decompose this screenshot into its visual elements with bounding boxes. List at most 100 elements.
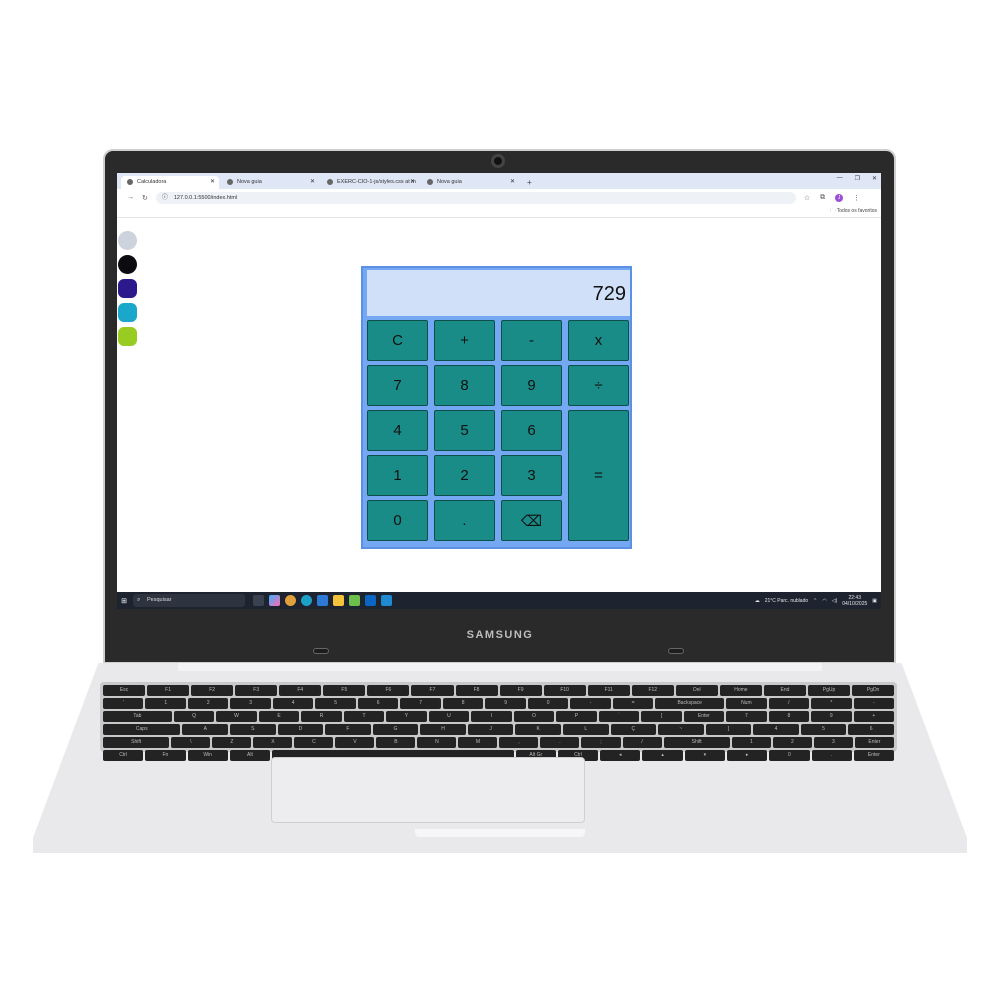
url-input[interactable]: ⓘ 127.0.0.1:5500/index.html — [155, 191, 796, 204]
keyboard-key[interactable]: F9 — [499, 685, 542, 696]
task-view-icon[interactable] — [253, 595, 264, 606]
keyboard-key[interactable]: 9 — [811, 711, 852, 722]
linkedin-icon[interactable] — [365, 595, 376, 606]
taskbar-search[interactable]: ⌕ Pesquisar — [133, 594, 245, 607]
swatch-silver[interactable] — [118, 231, 137, 250]
close-icon[interactable]: ✕ — [410, 176, 415, 189]
windows-start-icon[interactable]: ⊞ — [117, 597, 131, 605]
maximize-icon[interactable]: ❐ — [855, 175, 860, 182]
keyboard-key[interactable]: ~ — [658, 724, 704, 735]
keyboard-key[interactable]: Esc — [103, 685, 146, 696]
keyboard-key[interactable]: Ctrl — [103, 750, 144, 761]
keyboard-key[interactable]: U — [428, 711, 470, 722]
digit-5-button[interactable]: 5 — [434, 410, 495, 451]
profile-avatar[interactable]: J — [835, 193, 844, 202]
bookmarks-folder[interactable]: 🗀 Todos os favoritos — [830, 208, 877, 216]
keyboard-key[interactable]: 0 — [769, 750, 810, 761]
keyboard-key[interactable]: T — [343, 711, 385, 722]
clear-button[interactable]: C — [367, 320, 428, 361]
forward-icon[interactable]: → — [127, 194, 134, 201]
digit-7-button[interactable]: 7 — [367, 365, 428, 406]
keyboard-key[interactable]: G — [372, 724, 419, 735]
chevron-up-icon[interactable]: ⌃ — [813, 598, 817, 604]
keyboard-key[interactable]: Tab — [103, 711, 172, 722]
digit-0-button[interactable]: 0 — [367, 500, 428, 541]
keyboard-key[interactable]: , — [499, 737, 539, 748]
swatch-black[interactable] — [118, 255, 137, 274]
keyboard-key[interactable]: ] — [705, 724, 752, 735]
app-icon[interactable] — [349, 595, 360, 606]
minimize-icon[interactable]: — — [837, 175, 843, 182]
keyboard-key[interactable]: Y — [386, 711, 427, 722]
close-icon[interactable]: ✕ — [310, 176, 315, 189]
swatch-cyan[interactable] — [118, 303, 137, 322]
keyboard-key[interactable]: ◂ — [600, 750, 641, 761]
clock[interactable]: 22:43 04/10/2025 — [842, 595, 867, 607]
store-icon[interactable] — [317, 595, 328, 606]
backspace-button[interactable]: ⌫ — [501, 500, 562, 541]
keyboard-key[interactable]: Shift — [663, 737, 730, 748]
digit-6-button[interactable]: 6 — [501, 410, 562, 451]
digit-1-button[interactable]: 1 — [367, 455, 428, 496]
swatch-lime[interactable] — [118, 327, 137, 346]
keyboard-key[interactable]: D — [277, 724, 324, 735]
keyboard-key[interactable]: Win — [187, 750, 228, 761]
keyboard-key[interactable]: 1 — [731, 737, 771, 748]
new-tab-button[interactable]: + — [521, 176, 538, 189]
keyboard-key[interactable]: Del — [675, 685, 718, 696]
keyboard-key[interactable]: B — [376, 737, 416, 748]
close-window-icon[interactable]: ✕ — [872, 175, 877, 182]
close-icon[interactable]: ✕ — [510, 176, 515, 189]
digit-9-button[interactable]: 9 — [501, 365, 562, 406]
keyboard-key[interactable]: I — [471, 711, 512, 722]
keyboard-key[interactable]: Ç — [610, 724, 657, 735]
keyboard-key[interactable]: Home — [719, 685, 762, 696]
keyboard-key[interactable]: ; — [581, 737, 621, 748]
menu-icon[interactable]: ⋮ — [853, 194, 860, 202]
keyboard-key[interactable]: 5 — [800, 724, 847, 735]
decimal-button[interactable]: . — [434, 500, 495, 541]
keyboard-key[interactable]: 8 — [768, 711, 810, 722]
keyboard-key[interactable]: F3 — [235, 685, 278, 696]
keyboard-key[interactable]: \ — [171, 737, 211, 748]
keyboard-key[interactable]: K — [515, 724, 561, 735]
keyboard-key[interactable]: Num — [726, 698, 767, 709]
keyboard-key[interactable]: . — [540, 737, 580, 748]
keyboard-key[interactable]: - — [570, 698, 611, 709]
notification-icon[interactable]: ▣ — [872, 598, 877, 604]
keyboard-key[interactable]: O — [513, 711, 555, 722]
keyboard-key[interactable]: F4 — [279, 685, 322, 696]
copilot-icon[interactable] — [269, 595, 280, 606]
keyboard-key[interactable]: 3 — [813, 737, 853, 748]
keyboard-key[interactable]: ' — [103, 698, 144, 709]
keyboard-key[interactable]: 9 — [485, 698, 526, 709]
keyboard-key[interactable]: - — [853, 698, 895, 709]
keyboard-key[interactable]: F6 — [367, 685, 410, 696]
file-explorer-icon[interactable] — [333, 595, 344, 606]
keyboard-key[interactable]: L — [562, 724, 609, 735]
keyboard-key[interactable]: = — [612, 698, 654, 709]
multiply-button[interactable]: x — [568, 320, 629, 361]
keyboard-key[interactable]: 4 — [753, 724, 799, 735]
digit-8-button[interactable]: 8 — [434, 365, 495, 406]
keyboard-key[interactable]: 7 — [400, 698, 441, 709]
keyboard-key[interactable]: X — [253, 737, 293, 748]
keyboard-key[interactable]: Q — [173, 711, 215, 722]
keyboard-key[interactable]: PgUp — [808, 685, 851, 696]
keyboard-key[interactable]: F1 — [147, 685, 190, 696]
keyboard-key[interactable]: P — [556, 711, 597, 722]
keyboard-key[interactable]: H — [420, 724, 466, 735]
minus-button[interactable]: - — [501, 320, 562, 361]
keyboard-key[interactable]: N — [417, 737, 457, 748]
digit-2-button[interactable]: 2 — [434, 455, 495, 496]
star-icon[interactable]: ☆ — [804, 194, 810, 202]
keyboard-key[interactable]: PgDn — [852, 685, 895, 696]
keyboard-key[interactable]: 0 — [527, 698, 569, 709]
keyboard-key[interactable]: F2 — [191, 685, 234, 696]
keyboard-key[interactable]: 4 — [272, 698, 314, 709]
keyboard-key[interactable]: W — [216, 711, 257, 722]
keyboard-key[interactable]: A — [182, 724, 229, 735]
keyboard-key[interactable]: Alt — [229, 750, 271, 761]
keyboard-key[interactable]: F10 — [543, 685, 586, 696]
vscode-icon[interactable] — [381, 595, 392, 606]
